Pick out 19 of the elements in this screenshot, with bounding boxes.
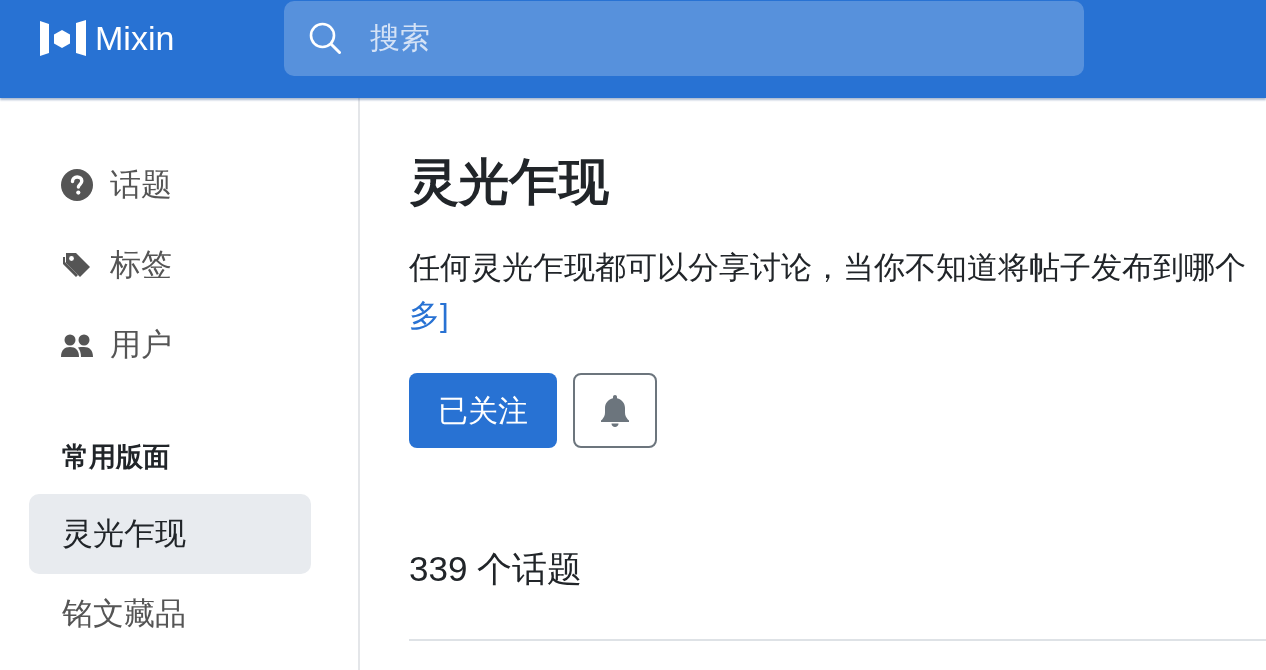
topic-count: 339 个话题 [409,548,584,590]
sidebar-link[interactable]: 标签 [110,241,172,289]
sidebar-link[interactable]: 话题 [110,161,172,209]
logo-text[interactable]: Mixin [95,21,175,55]
question-circle-icon [61,169,93,201]
board-description: 任何灵光乍现都可以分享讨论，当你不知道将帖子发布到哪个 [409,249,1247,287]
search-icon [309,21,341,54]
more-link[interactable]: 多] [409,292,449,340]
tags-icon [61,251,93,279]
logo-icon [40,20,86,56]
board-item[interactable]: 灵光乍现 [29,494,311,575]
board-item[interactable]: 铭文藏品 [29,574,311,655]
section-heading: 常用版面 [61,441,171,474]
sidebar-link[interactable]: 用户 [110,321,172,369]
follow-button[interactable]: 已关注 [409,373,557,448]
bell-icon [601,394,629,427]
notification-button[interactable] [573,373,657,448]
users-icon [61,333,93,357]
board-title: 灵光乍现 [409,153,610,212]
